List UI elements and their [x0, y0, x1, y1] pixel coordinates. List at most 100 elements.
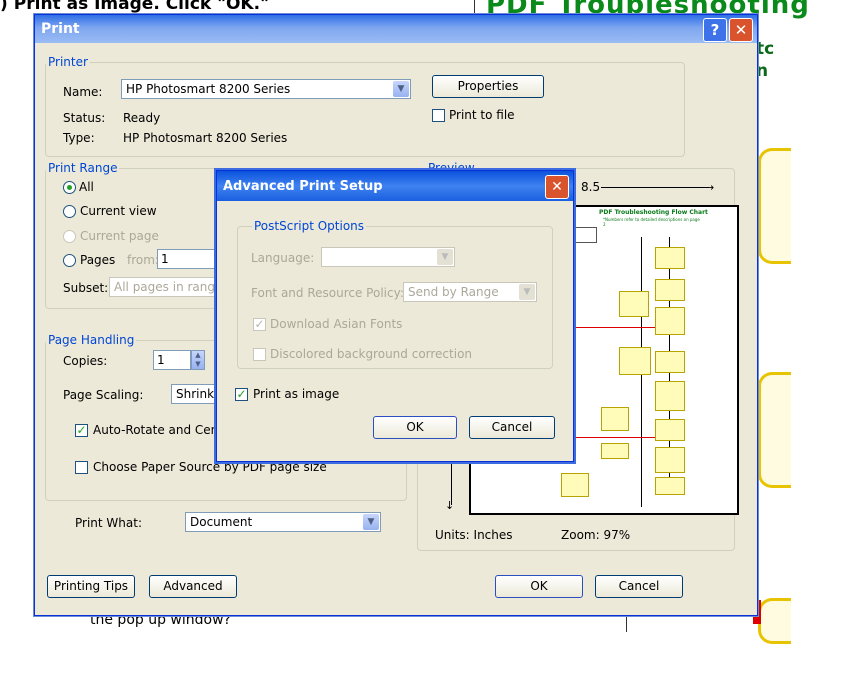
subset-value: All pages in range	[114, 280, 223, 294]
copies-input[interactable]: 1	[153, 350, 191, 370]
range-current-page-radio	[63, 230, 76, 243]
flowchart-box	[655, 351, 685, 373]
range-pages-radio[interactable]	[63, 254, 76, 267]
range-current-view-radio[interactable]	[63, 205, 76, 218]
print-titlebar[interactable]: Print ? ✕	[35, 15, 757, 43]
preview-chart-subtitle: *Numbers refer to detailed descriptions …	[603, 217, 700, 227]
flowchart-box	[601, 443, 629, 459]
print-to-file-label[interactable]: Print to file	[449, 108, 515, 122]
background-flowchart-box	[758, 598, 791, 644]
print-what-label: Print What:	[75, 516, 142, 530]
flowchart-box	[619, 291, 649, 317]
close-button[interactable]: ✕	[729, 18, 753, 42]
heading-bullet: )	[0, 0, 8, 14]
advanced-print-setup-dialog: Advanced Print Setup ✕ PostScript Option…	[216, 170, 574, 462]
background-green-side: tc n	[756, 38, 774, 82]
name-label: Name:	[63, 85, 103, 99]
green-side-line-1: tc	[756, 39, 775, 59]
status-label: Status:	[63, 111, 106, 125]
flowchart-box	[655, 419, 685, 441]
printing-tips-button[interactable]: Printing Tips	[47, 575, 135, 598]
flowchart-box	[655, 477, 685, 495]
advanced-titlebar[interactable]: Advanced Print Setup ✕	[217, 171, 573, 201]
auto-rotate-checkbox[interactable]: ✓	[75, 424, 88, 437]
page-scaling-select[interactable]: Shrink l	[171, 384, 221, 404]
zoom-label: Zoom: 97%	[561, 528, 631, 542]
discolored-background-label: Discolored background correction	[270, 347, 473, 361]
print-to-file-checkbox[interactable]	[432, 109, 445, 122]
print-what-select[interactable]: Document ▼	[185, 512, 381, 532]
chevron-down-icon: ▼	[363, 514, 379, 530]
flowchart-box	[655, 447, 685, 473]
preview-height-line	[451, 455, 452, 505]
help-button[interactable]: ?	[703, 18, 727, 42]
print-range-label: Print Range	[46, 161, 120, 175]
heading-text: Print as Image. Click "OK."	[13, 0, 269, 14]
print-as-image-label[interactable]: Print as image	[253, 387, 339, 401]
flowchart-box	[575, 227, 597, 243]
green-side-line-2: n	[756, 61, 769, 81]
range-current-view-label[interactable]: Current view	[80, 204, 157, 218]
advanced-cancel-button[interactable]: Cancel	[469, 416, 555, 439]
background-flowchart-box	[758, 372, 791, 488]
copies-stepper[interactable]: ▲ ▼	[191, 350, 205, 370]
flowchart-box	[619, 347, 651, 375]
paper-source-checkbox[interactable]	[75, 461, 88, 474]
advanced-button[interactable]: Advanced	[149, 575, 237, 598]
arrow-right-icon: →	[705, 181, 715, 194]
range-current-page-label: Current page	[80, 229, 159, 243]
range-all-label[interactable]: All	[79, 180, 94, 194]
auto-rotate-label[interactable]: Auto-Rotate and Cente	[93, 423, 230, 437]
status-value: Ready	[123, 111, 161, 125]
flowchart-box	[655, 279, 685, 301]
print-as-image-checkbox[interactable]: ✓	[235, 388, 248, 401]
download-asian-fonts-checkbox: ✓	[253, 317, 266, 331]
units-label: Units: Inches	[435, 528, 513, 542]
printer-name-select[interactable]: HP Photosmart 8200 Series ▼	[121, 79, 411, 99]
arrow-down-icon: ↓	[445, 499, 455, 512]
font-policy-value: Send by Range	[408, 285, 499, 299]
page-scaling-value: Shrink l	[176, 387, 222, 401]
language-select: ▼	[321, 247, 455, 267]
flowchart-box	[655, 247, 685, 269]
background-flowchart-box	[758, 148, 791, 264]
range-all-radio[interactable]	[63, 181, 76, 194]
font-policy-label: Font and Resource Policy:	[251, 286, 404, 300]
preview-chart-title: PDF Troubleshooting Flow Chart	[599, 209, 708, 216]
copies-label: Copies:	[63, 354, 108, 368]
flowchart-box	[655, 381, 685, 411]
type-label: Type:	[63, 131, 95, 145]
subset-select[interactable]: All pages in range	[109, 277, 222, 297]
print-what-value: Document	[190, 515, 253, 529]
flowchart-box	[561, 473, 589, 497]
range-pages-label[interactable]: Pages	[80, 253, 115, 267]
page-handling-label: Page Handling	[46, 333, 137, 347]
chevron-down-icon: ▼	[519, 284, 535, 300]
background-heading: ) Print as Image. Click "OK."	[0, 0, 269, 14]
paper-source-label[interactable]: Choose Paper Source by PDF page size	[93, 460, 327, 474]
pages-from-caption: from:	[127, 253, 159, 267]
properties-button[interactable]: Properties	[432, 75, 544, 98]
pages-from-input[interactable]: 1	[157, 249, 217, 269]
type-value: HP Photosmart 8200 Series	[123, 131, 288, 145]
download-asian-fonts-label: Download Asian Fonts	[270, 317, 403, 331]
ok-button[interactable]: OK	[495, 575, 583, 598]
page-scaling-label: Page Scaling:	[63, 388, 144, 402]
close-icon[interactable]: ✕	[545, 175, 569, 199]
postscript-options-label: PostScript Options	[252, 219, 367, 233]
chevron-down-icon: ▼	[393, 81, 409, 97]
flowchart-box	[655, 307, 685, 335]
discolored-background-checkbox	[253, 348, 266, 361]
font-policy-select: Send by Range ▼	[403, 282, 537, 302]
preview-width-label: 8.5	[581, 180, 601, 194]
chevron-down-icon: ▼	[437, 249, 453, 265]
language-label: Language:	[251, 251, 315, 265]
advanced-ok-button[interactable]: OK	[373, 416, 457, 439]
flowchart-box	[601, 407, 629, 431]
subset-label: Subset:	[63, 281, 109, 295]
advanced-dialog-title: Advanced Print Setup	[223, 179, 383, 194]
printer-name-value: HP Photosmart 8200 Series	[126, 82, 291, 96]
print-dialog-title: Print	[41, 21, 80, 37]
preview-width-line	[601, 187, 709, 188]
cancel-button[interactable]: Cancel	[595, 575, 683, 598]
